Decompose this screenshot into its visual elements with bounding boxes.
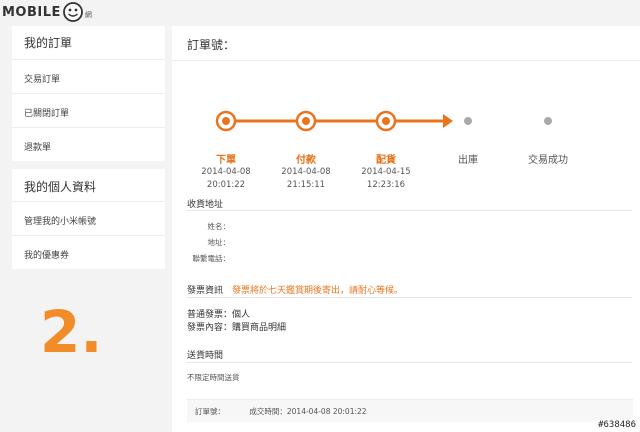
order-detail-panel: 訂單號： 下單 2014-04-08 20:01:22 付款 2014-04-0 (172, 26, 640, 432)
invoice-section-title: 發票資訊 (187, 286, 224, 296)
step-date-order: 2014-04-08 (201, 167, 251, 177)
sidebar-item-refunds[interactable]: 退款單 (12, 127, 165, 161)
step-marker-pay (295, 110, 317, 132)
invoice-content: 發票內容：購買商品明細 (187, 323, 287, 333)
step-date-pay: 2014-04-08 (281, 167, 331, 177)
orders-card: 我的訂單 交易訂單 已關閉訂單 退款單 (12, 26, 165, 161)
profile-card: 我的個人資料 管理我的小米帳號 我的優惠券 (12, 169, 165, 269)
delivery-divider (187, 362, 632, 363)
sidebar-item-trade-orders[interactable]: 交易訂單 (12, 59, 165, 93)
step-label-pick: 配貨 (376, 155, 396, 166)
orders-title: 我的訂單 (24, 36, 73, 50)
address-divider (187, 210, 632, 211)
address-section-title: 收貨地址 (187, 200, 224, 210)
step-date-pick: 2014-04-15 (361, 167, 411, 177)
step-label-ship: 出庫 (458, 155, 478, 166)
sidebar-item-coupons[interactable]: 我的優惠券 (12, 235, 165, 269)
step-marker-complete (544, 117, 552, 125)
step-number-annotation: 2. (40, 298, 103, 366)
progress-arrow-icon (443, 114, 453, 128)
page-title: 訂單號： (172, 26, 640, 61)
name-label: 姓名： (207, 222, 231, 231)
invoice-divider (187, 297, 632, 298)
step-marker-order (215, 110, 237, 132)
step-label-order: 下單 (216, 155, 236, 166)
step-time-pay: 21:15:11 (286, 180, 326, 190)
site-logo: MOBILE 網 (2, 2, 92, 22)
invoice-note: 發票將於七天鑑賞期後寄出，請耐心等候。 (232, 286, 404, 296)
phone-label: 聯繫電話： (192, 254, 231, 263)
order-summary-bar: 訂單號： 成交時間：2014-04-08 20:01:22 (187, 399, 633, 422)
order-progress: 下單 2014-04-08 20:01:22 付款 2014-04-08 21:… (172, 61, 640, 206)
step-time-pick: 12:23:16 (366, 180, 406, 190)
progress-track (215, 110, 552, 132)
sidebar-item-manage-account[interactable]: 管理我的小米帳號 (12, 201, 165, 235)
logo-face-icon (62, 1, 84, 23)
address-label: 地址： (207, 238, 231, 247)
footer-order-number: 訂單號： (195, 407, 225, 416)
logo-suffix: 網 (84, 11, 92, 19)
step-time-order: 20:01:22 (206, 180, 246, 190)
profile-title: 我的個人資料 (24, 180, 97, 194)
step-marker-ship (464, 117, 472, 125)
sidebar: 我的訂單 交易訂單 已關閉訂單 退款單 我的個人資料 管理我的小米帳號 我的優惠… (12, 26, 165, 277)
footer-deal-time: 成交時間：2014-04-08 20:01:22 (249, 407, 367, 416)
sidebar-item-closed-orders[interactable]: 已關閉訂單 (12, 93, 165, 127)
step-marker-pick (375, 110, 397, 132)
image-id-badge: #638486 (596, 420, 638, 430)
invoice-type: 普通發票：個人 (187, 310, 251, 320)
delivery-value: 不限定時間送貨 (187, 373, 240, 382)
delivery-section-title: 送貨時間 (187, 351, 224, 361)
step-label-complete: 交易成功 (528, 155, 568, 166)
logo-text: MOBILE (2, 4, 61, 20)
step-label-pay: 付款 (296, 155, 316, 166)
